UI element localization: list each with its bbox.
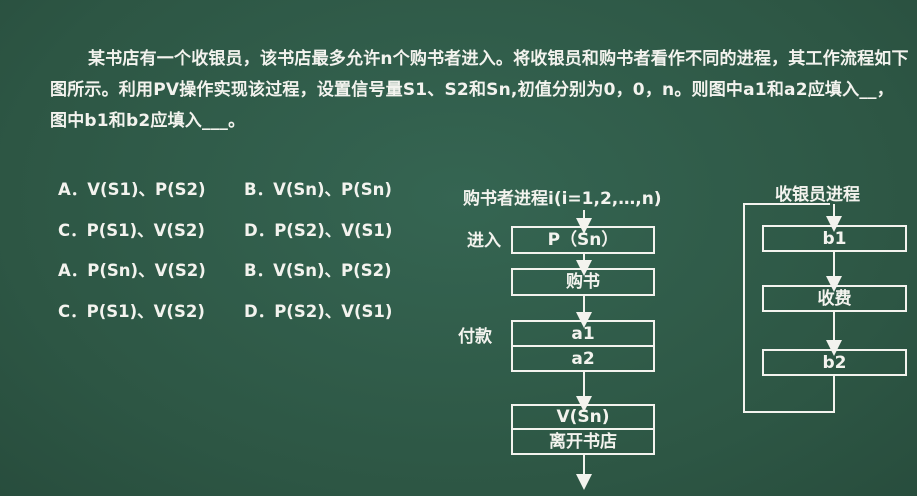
box-label-a1: a1 (571, 324, 595, 344)
label-enter: 进入 (467, 231, 501, 251)
box-label-b2: b2 (822, 353, 847, 373)
label-pay: 付款 (458, 327, 492, 347)
box-label-p-sn: P（Sn） (547, 230, 619, 250)
cashier-process-title: 收银员进程 (775, 185, 860, 205)
buyer-process-title: 购书者进程i(i=1,2,…,n) (463, 189, 662, 209)
box-label-fee: 收费 (817, 289, 852, 309)
box-label-b1: b1 (822, 229, 847, 249)
box-label-v-sn: V(Sn) (556, 407, 610, 427)
box-label-buy: 购书 (566, 272, 600, 292)
box-label-leave: 离开书店 (549, 432, 617, 452)
box-label-a2: a2 (571, 349, 595, 369)
